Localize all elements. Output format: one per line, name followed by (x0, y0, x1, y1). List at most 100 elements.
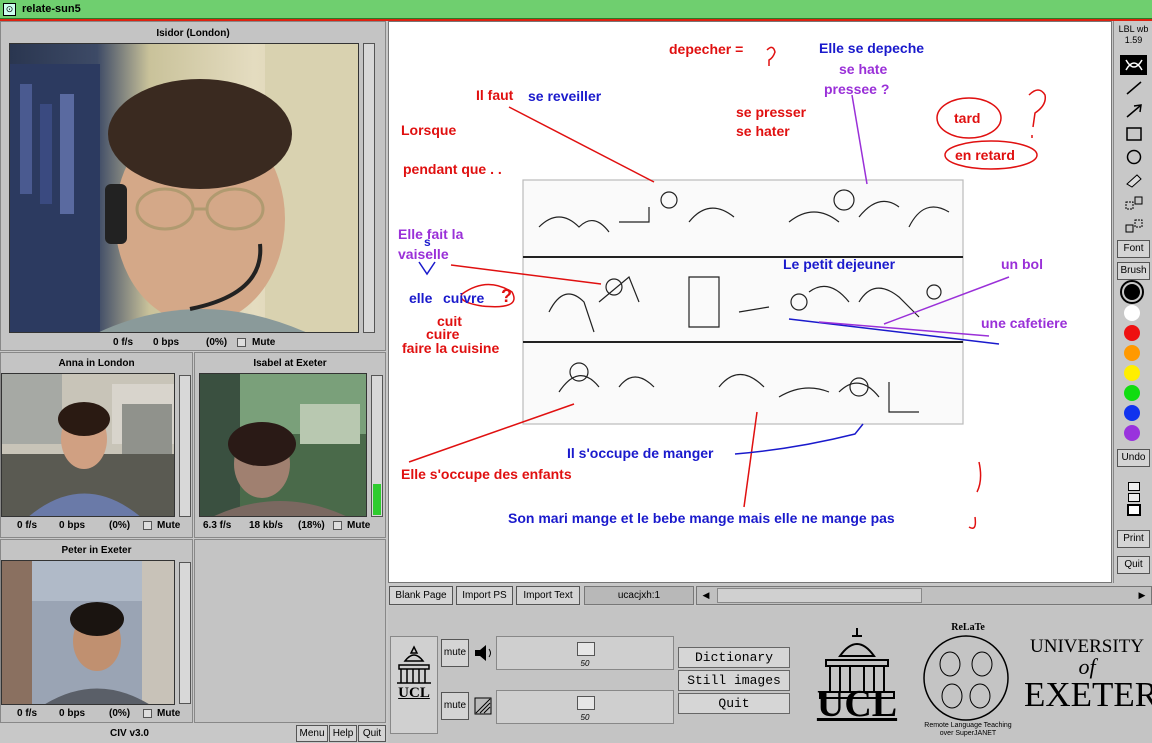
ann-cuivre: cuivre (443, 290, 485, 306)
video-feed-anna[interactable] (1, 373, 175, 517)
video-title-peter: Peter in Exeter (61, 545, 132, 556)
scroll-thumb[interactable] (717, 588, 922, 603)
scroll-right-icon[interactable]: ▶ (1135, 589, 1149, 602)
relate-logo: ReLaTe Remote Language Teaching over Sup… (918, 622, 1018, 742)
mute-checkbox-anna[interactable] (143, 520, 152, 530)
quit-video-button[interactable]: Quit (358, 725, 386, 742)
scroll-left-icon[interactable]: ◀ (699, 589, 713, 602)
mute-checkbox-isabel[interactable] (333, 520, 342, 530)
video-feed-main[interactable] (9, 43, 359, 333)
color-swatch-black[interactable] (1120, 280, 1144, 304)
video-panel-peter: Peter in Exeter 0 f/s 0 bps (0%) Mute (0, 539, 193, 723)
rectangle-tool-icon[interactable] (1120, 124, 1147, 144)
ucl-small-logo: UCL (390, 636, 438, 734)
video-title-isabel: Isabel at Exeter (253, 358, 327, 369)
arrow-tool-icon[interactable] (1120, 101, 1147, 121)
audio-meter-anna (179, 375, 191, 517)
ann-pressee: pressee ? (824, 81, 890, 97)
video-title-anna: Anna in London (58, 358, 135, 369)
help-button[interactable]: Help (329, 725, 357, 742)
line-tool-icon[interactable] (1120, 78, 1147, 98)
undo-button[interactable]: Undo (1117, 449, 1150, 467)
speaker-mute-button[interactable]: mute (441, 639, 469, 667)
ann-faire-la-cuisine: faire la cuisine (402, 340, 500, 356)
page-layout-icon[interactable] (1120, 474, 1147, 524)
bps-peter: 0 bps (59, 708, 86, 719)
fps-anna: 0 f/s (17, 520, 38, 531)
pct-anna: (0%) (109, 520, 131, 531)
blank-page-button[interactable]: Blank Page (389, 586, 453, 605)
person-silhouette-isabel (200, 374, 366, 516)
microphone-icon (472, 695, 494, 717)
color-swatch-blue[interactable] (1124, 405, 1140, 421)
ann-il-soccupe: Il s'occupe de manger (567, 445, 714, 461)
color-swatch-red[interactable] (1124, 325, 1140, 341)
ann-se-reveiller: se reveiller (528, 88, 602, 104)
ann-depecher: depecher = (669, 41, 744, 57)
mute-checkbox-peter[interactable] (143, 708, 152, 718)
exeter-line-3: EXETER (1024, 675, 1152, 714)
ann-se-hater: se hater (736, 123, 790, 139)
print-button[interactable]: Print (1117, 530, 1150, 548)
menu-button[interactable]: Menu (296, 725, 328, 742)
ann-tard: tard (954, 110, 981, 126)
ann-pendant-que: pendant que . . (403, 161, 502, 177)
person-silhouette-anna (2, 374, 174, 516)
eraser-tool-icon[interactable] (1120, 170, 1147, 190)
ann-un-bol: un bol (1001, 256, 1043, 272)
speaker-volume-value: 50 (580, 659, 590, 668)
move-tool-icon[interactable] (1120, 216, 1147, 236)
video-panel-main: Isidor (London) 0 f/s 0 bps (0%) Mute (0, 21, 386, 351)
color-swatch-green[interactable] (1124, 385, 1140, 401)
ann-elle-se-depeche: Elle se depeche (819, 40, 925, 56)
speaker-volume-slider[interactable]: 50 (496, 636, 674, 670)
cartoon-image (522, 179, 964, 425)
whiteboard-canvas[interactable]: depecher = Elle se depeche se hate press… (388, 21, 1112, 583)
speaker-icon (472, 642, 494, 664)
freehand-tool-icon[interactable] (1120, 55, 1147, 75)
color-swatch-white[interactable] (1124, 305, 1140, 321)
quit-button[interactable]: Quit (678, 693, 790, 714)
bps-main: 0 bps (153, 337, 180, 348)
color-swatch-purple[interactable] (1124, 425, 1140, 441)
import-text-button[interactable]: Import Text (516, 586, 580, 605)
ellipse-tool-icon[interactable] (1120, 147, 1147, 167)
brush-button[interactable]: Brush (1117, 262, 1150, 280)
ucl-big-logo: UCL (812, 626, 902, 736)
bps-isabel: 18 kb/s (249, 520, 283, 531)
import-ps-button[interactable]: Import PS (456, 586, 513, 605)
video-feed-peter[interactable] (1, 560, 175, 705)
ann-il-faut: Il faut (476, 87, 514, 103)
ucl-small-text: UCL (398, 685, 430, 701)
exeter-line-2: of (1078, 654, 1096, 679)
pct-main: (0%) (206, 337, 228, 348)
page-scrollbar[interactable]: ◀ ▶ (696, 586, 1152, 605)
toolbar-version: 1.59 (1124, 35, 1143, 45)
window-menu-button[interactable]: ⊙ (3, 3, 16, 16)
color-swatch-yellow[interactable] (1124, 365, 1140, 381)
ucl-big-text: UCL (816, 683, 898, 725)
mute-checkbox-main[interactable] (237, 337, 246, 347)
fps-isabel: 6.3 f/s (203, 520, 232, 531)
page-id-field[interactable]: ucacjxh:1 (584, 586, 694, 605)
quit-wb-button[interactable]: Quit (1117, 556, 1150, 574)
ann-en-retard: en retard (955, 147, 1015, 163)
ann-une-cafetiere: une cafetiere (981, 315, 1068, 331)
toolbar-app-label: LBL wb (1118, 24, 1149, 34)
dictionary-button[interactable]: Dictionary (678, 647, 790, 668)
mute-label-anna: Mute (157, 520, 181, 531)
color-swatch-orange[interactable] (1124, 345, 1140, 361)
mic-volume-slider[interactable]: 50 (496, 690, 674, 724)
relate-subtitle-2: over SuperJANET (939, 730, 997, 737)
font-button[interactable]: Font (1117, 240, 1150, 258)
person-silhouette-peter (2, 561, 174, 704)
video-feed-isabel[interactable] (199, 373, 367, 517)
pct-isabel: (18%) (298, 520, 325, 531)
video-panel-isabel: Isabel at Exeter 6.3 f/s 18 kb/s (18%) M… (194, 352, 386, 538)
relate-title: ReLaTe (951, 622, 985, 633)
copy-tool-icon[interactable] (1120, 193, 1147, 213)
mic-mute-button[interactable]: mute (441, 692, 469, 720)
still-images-button[interactable]: Still images (678, 670, 790, 691)
ann-vaiselle: vaiselle (398, 246, 449, 262)
window-titlebar[interactable]: ⊙ relate-sun5 (0, 0, 1152, 19)
